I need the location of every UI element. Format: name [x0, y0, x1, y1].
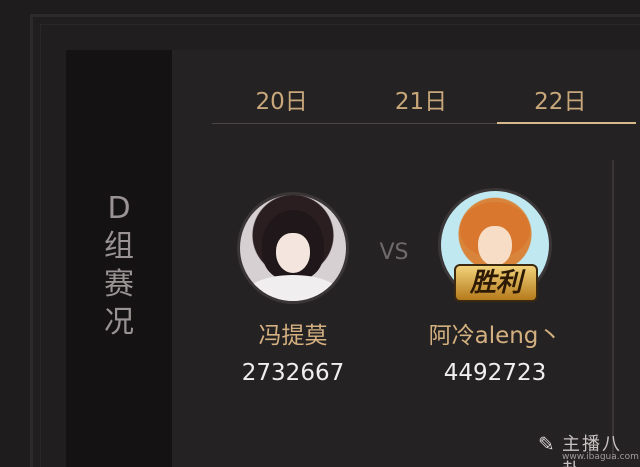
player-2-score: 4492723: [443, 360, 547, 386]
player-1[interactable]: 冯提莫 2732667: [218, 192, 368, 386]
watermark-url: www.ibagua.com: [562, 452, 639, 462]
player-1-name[interactable]: 冯提莫: [218, 316, 368, 350]
avatar-face: [478, 225, 512, 266]
watermark: ✎ 主播八卦 www.ibagua.com: [534, 430, 639, 467]
player-2-name[interactable]: 阿冷aleng丶: [420, 316, 570, 350]
player-1-score: 2732667: [241, 360, 345, 386]
avatar-shirt: [248, 275, 338, 301]
tab-21[interactable]: 21日: [351, 78, 490, 123]
vs-label: VS: [379, 240, 409, 265]
watermark-bird-icon: ✎: [538, 432, 555, 456]
scrollbar[interactable]: [612, 160, 614, 460]
page: D组赛况 20日 21日 22日 冯提莫 2732667 VS 阿冷aleng丶…: [0, 0, 640, 467]
avatar-face: [276, 233, 310, 274]
group-label-text: D组赛况: [104, 191, 134, 340]
tab-20[interactable]: 20日: [212, 78, 351, 123]
win-badge: 胜利: [454, 264, 538, 302]
group-label: D组赛况: [66, 50, 172, 467]
tab-22[interactable]: 22日: [491, 78, 637, 124]
date-tabs: 20日 21日 22日: [212, 78, 637, 124]
player-1-avatar[interactable]: [237, 192, 349, 304]
